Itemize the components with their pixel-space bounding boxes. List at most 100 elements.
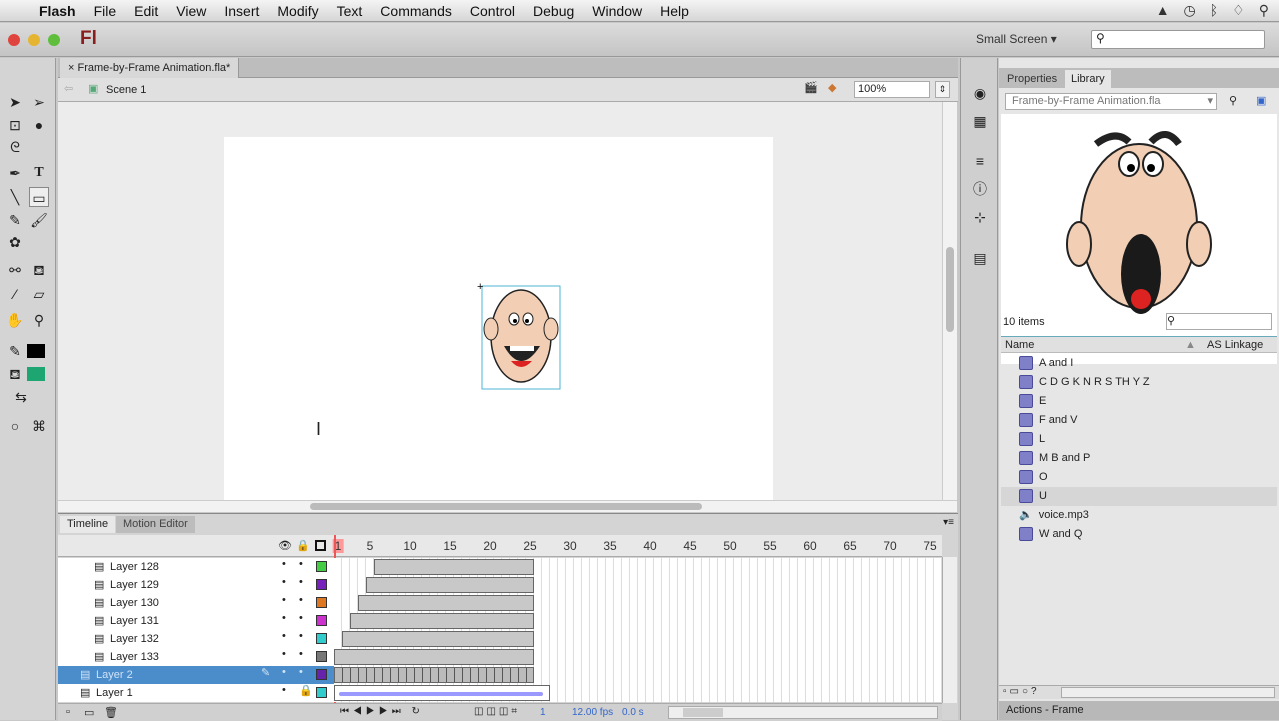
lasso-tool-icon[interactable]: ᘓ <box>5 137 25 157</box>
layer-name[interactable]: Layer 1 <box>96 684 133 702</box>
edit-symbols-icon[interactable]: ◆ <box>828 81 836 94</box>
eject-icon[interactable]: ▲ <box>1156 2 1170 19</box>
frame-span[interactable] <box>334 667 534 683</box>
library-item[interactable]: 🔈 voice.mp3 <box>1019 506 1275 525</box>
document-tab[interactable]: × Frame-by-Frame Animation.fla* <box>60 58 240 78</box>
free-transform-tool-icon[interactable]: ⊡ <box>5 115 25 135</box>
fill-color-swatch[interactable] <box>27 367 45 381</box>
tab-motion-editor[interactable]: Motion Editor <box>116 516 195 533</box>
layer-row[interactable]: ▤ Layer 132 • • <box>58 630 942 648</box>
current-frame[interactable]: 1 <box>540 707 546 718</box>
panel-menu-icon[interactable]: ▾≡ <box>943 517 954 528</box>
visibility-dot[interactable]: • <box>282 648 286 660</box>
outline-color-swatch[interactable] <box>316 561 327 572</box>
library-item[interactable]: L <box>1019 430 1275 449</box>
layer-frames[interactable] <box>334 558 942 576</box>
pin-library-icon[interactable]: ⚲ <box>1229 94 1237 107</box>
menu-commands[interactable]: Commands <box>371 3 461 19</box>
layer-frames[interactable] <box>334 648 942 666</box>
layer-name[interactable]: Layer 129 <box>110 576 159 594</box>
minimize-button[interactable] <box>28 34 40 46</box>
close-button[interactable] <box>8 34 20 46</box>
visibility-dot[interactable]: • <box>282 612 286 624</box>
outline-color-swatch[interactable] <box>316 687 327 698</box>
clock-icon[interactable]: ◷ <box>1184 2 1196 19</box>
outline-color-swatch[interactable] <box>316 669 327 680</box>
outline-all-icon[interactable] <box>315 540 326 551</box>
visibility-dot[interactable]: • <box>282 594 286 606</box>
zoom-level-input[interactable]: 100% <box>854 81 930 98</box>
outline-color-swatch[interactable] <box>316 615 327 626</box>
menu-window[interactable]: Window <box>583 3 651 19</box>
bluetooth-icon[interactable]: ᛒ <box>1210 2 1218 19</box>
new-library-panel-icon[interactable]: ▣ <box>1256 94 1266 107</box>
layer-frames[interactable] <box>334 576 942 594</box>
spotlight-icon[interactable]: ⚲ <box>1259 2 1269 19</box>
menu-view[interactable]: View <box>167 3 215 19</box>
layer-name[interactable]: Layer 2 <box>96 666 133 684</box>
scene-label[interactable]: Scene 1 <box>106 84 146 96</box>
layer-name[interactable]: Layer 128 <box>110 558 159 576</box>
lock-dot[interactable]: • <box>299 648 303 660</box>
selection-tool-icon[interactable]: ➤ <box>5 92 25 112</box>
new-layer-icon[interactable]: ▫ <box>66 706 70 718</box>
outline-color-swatch[interactable] <box>316 633 327 644</box>
edit-scene-icon[interactable]: 🎬 <box>804 81 818 94</box>
layer-name[interactable]: Layer 130 <box>110 594 159 612</box>
snap-magnet-icon[interactable]: ○ <box>5 416 25 436</box>
eyedropper-tool-icon[interactable]: ⁄ <box>5 284 25 304</box>
library-item[interactable]: A and I <box>1019 354 1275 373</box>
timeline-vertical-scrollbar[interactable] <box>942 557 957 703</box>
library-item[interactable]: W and Q <box>1019 525 1275 544</box>
visibility-dot[interactable]: • <box>282 684 286 696</box>
lock-icon[interactable]: 🔒 <box>299 684 313 697</box>
column-name[interactable]: Name <box>1005 337 1034 353</box>
workspace-switcher[interactable]: Small Screen ▾ <box>976 32 1057 46</box>
tab-timeline[interactable]: Timeline <box>60 516 116 533</box>
align-panel-icon[interactable]: ≡ <box>971 152 989 170</box>
layer-row[interactable]: ▤ Layer 129 • • <box>58 576 942 594</box>
info-panel-icon[interactable]: ⓘ <box>971 180 989 198</box>
menu-help[interactable]: Help <box>651 3 698 19</box>
library-document-select[interactable]: Frame-by-Frame Animation.fla ▾ <box>1005 93 1217 110</box>
visibility-dot[interactable]: • <box>282 630 286 642</box>
back-arrow-icon[interactable]: ⇦ <box>64 82 73 95</box>
library-item[interactable]: U <box>1001 487 1277 506</box>
eraser-tool-icon[interactable]: ▱ <box>29 284 49 304</box>
components-panel-icon[interactable]: ▤ <box>971 249 989 267</box>
swap-colors-icon[interactable]: ⇆ <box>11 387 31 407</box>
paint-bucket-tool-icon[interactable]: ⛾ <box>29 260 49 280</box>
deco-tool-icon[interactable]: ✿ <box>5 232 25 252</box>
layer-row[interactable]: ▤ Layer 128 • • <box>58 558 942 576</box>
layer-frames[interactable] <box>334 612 942 630</box>
fill-color-icon[interactable]: ⛾ <box>5 364 25 384</box>
lock-dot[interactable]: • <box>299 594 303 606</box>
stroke-color-icon[interactable]: ✎ <box>5 341 25 361</box>
color-panel-icon[interactable]: ◉ <box>971 84 989 102</box>
new-folder-icon[interactable]: ▭ <box>84 706 94 719</box>
stage-vertical-scrollbar[interactable] <box>942 102 957 500</box>
menu-flash[interactable]: Flash <box>30 3 85 19</box>
visibility-dot[interactable]: • <box>282 576 286 588</box>
transform-panel-icon[interactable]: ⊹ <box>971 208 989 226</box>
subselection-tool-icon[interactable]: ➢ <box>29 92 49 112</box>
wifi-icon[interactable]: ♢ <box>1232 2 1245 19</box>
layer-row[interactable]: ▤ Layer 130 • • <box>58 594 942 612</box>
bone-tool-icon[interactable]: ⚯ <box>5 260 25 280</box>
library-item[interactable]: O <box>1019 468 1275 487</box>
column-as-linkage[interactable]: AS Linkage <box>1207 337 1263 353</box>
rectangle-tool-icon[interactable]: ▭ <box>29 187 49 207</box>
frame-span[interactable] <box>374 559 534 575</box>
sort-icon[interactable]: ▲ <box>1185 337 1196 353</box>
zoom-stepper[interactable]: ⇕ <box>935 81 950 98</box>
frame-span[interactable] <box>334 685 550 701</box>
menu-insert[interactable]: Insert <box>215 3 268 19</box>
visibility-dot[interactable]: • <box>282 666 286 678</box>
menu-edit[interactable]: Edit <box>125 3 167 19</box>
onion-skin-controls[interactable]: ◫◫◫⌗ <box>474 706 520 717</box>
swatches-panel-icon[interactable]: ▦ <box>971 112 989 130</box>
layer-row[interactable]: ▤ Layer 133 • • <box>58 648 942 666</box>
stage[interactable]: + I <box>224 137 773 500</box>
menu-control[interactable]: Control <box>461 3 524 19</box>
outline-color-swatch[interactable] <box>316 651 327 662</box>
